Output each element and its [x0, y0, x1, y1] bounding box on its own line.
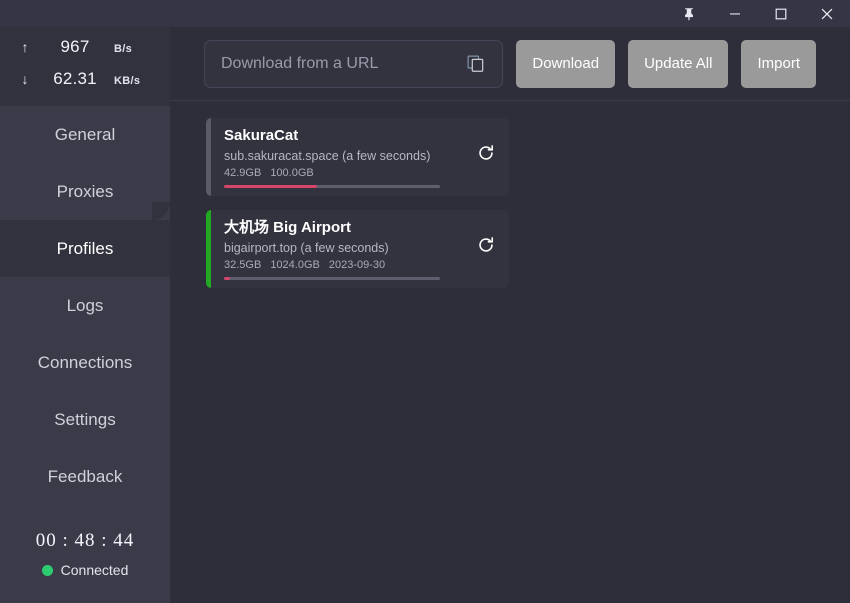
url-input-wrapper[interactable]: [204, 39, 504, 88]
connection-status-panel: 00 : 48 : 44 Connected: [0, 505, 170, 603]
profile-usage-bar-fill: [224, 277, 231, 280]
network-speed-meter: ↑ 967 B/s ↓ 62.31 KB/s: [0, 27, 170, 104]
profile-title: 大机场 Big Airport: [224, 219, 351, 236]
refresh-icon[interactable]: [473, 140, 499, 166]
sidebar-nav: General Proxies Profiles Logs Connections Set…: [0, 104, 170, 505]
download-arrow-icon: ↓: [21, 70, 29, 87]
import-button[interactable]: Import: [741, 39, 816, 88]
profile-used: 42.9GB: [224, 167, 262, 179]
sidebar-item-label: Feedback: [47, 466, 123, 486]
download-speed-value: 62.31: [53, 68, 97, 88]
profile-card-texts: 大机场 Big Airport bigairport.top (a few sec…: [224, 218, 473, 273]
maximize-icon[interactable]: [758, 0, 804, 27]
profile-card-body: 大机场 Big Airport bigairport.top (a few sec…: [211, 210, 509, 288]
download-button[interactable]: Download: [516, 39, 616, 88]
refresh-icon[interactable]: [473, 232, 499, 258]
main-content: Download Update All Import SakuraCat sub.…: [170, 27, 850, 603]
toolbar: Download Update All Import: [170, 27, 850, 101]
upload-arrow-icon: ↑: [21, 38, 29, 55]
sidebar-item-label: Proxies: [56, 181, 114, 201]
minimize-icon[interactable]: [712, 0, 758, 27]
profile-usage-bar-fill: [224, 185, 317, 188]
sidebar-item-proxies[interactable]: Proxies: [0, 163, 170, 220]
download-speed-row: ↓ 62.31 KB/s: [14, 69, 156, 101]
profile-usage-bar: [224, 277, 440, 280]
profile-subtitle: bigairport.top (a few seconds): [224, 241, 389, 255]
url-input[interactable]: [221, 54, 461, 73]
sidebar-item-label: Profiles: [56, 238, 114, 258]
profile-card-header: SakuraCat sub.sakuracat.space (a few seco…: [224, 126, 499, 181]
profile-used: 32.5GB: [224, 259, 262, 271]
title-bar-drag-region[interactable]: [0, 0, 666, 27]
uptime-timer: 00 : 48 : 44: [35, 530, 135, 551]
close-icon[interactable]: [804, 0, 850, 27]
profile-subtitle: sub.sakuracat.space (a few seconds): [224, 149, 431, 163]
profile-card-texts: SakuraCat sub.sakuracat.space (a few seco…: [224, 126, 473, 181]
pin-icon[interactable]: [666, 0, 712, 27]
profile-total: 1024.0GB: [270, 259, 320, 271]
profile-card-list: SakuraCat sub.sakuracat.space (a few seco…: [170, 101, 850, 288]
sidebar-item-feedback[interactable]: Feedback: [0, 448, 170, 505]
connection-status-label: Connected: [60, 562, 129, 578]
sidebar-item-label: General: [54, 124, 116, 144]
sidebar-item-settings[interactable]: Settings: [0, 391, 170, 448]
profile-card[interactable]: SakuraCat sub.sakuracat.space (a few seco…: [206, 118, 509, 196]
update-all-button[interactable]: Update All: [628, 39, 729, 88]
app-window: ↑ 967 B/s ↓ 62.31 KB/s General Proxies Pro…: [0, 0, 850, 603]
sidebar-item-general[interactable]: General: [0, 106, 170, 163]
profile-usage-meta: 42.9GB 100.0GB: [224, 166, 473, 181]
sidebar-item-label: Logs: [66, 295, 104, 315]
upload-speed-unit: B/s: [114, 42, 133, 55]
profile-title: SakuraCat: [224, 127, 299, 144]
profile-usage-meta: 32.5GB 1024.0GB 2023-09-30: [224, 258, 473, 273]
download-speed-unit: KB/s: [114, 74, 141, 87]
status-dot-icon: [41, 564, 53, 576]
profile-expiry: 2023-09-30: [328, 259, 386, 271]
window-controls: [666, 0, 850, 27]
sidebar: ↑ 967 B/s ↓ 62.31 KB/s General Proxies Pro…: [0, 27, 170, 603]
title-bar: [0, 0, 850, 27]
connection-status: Connected: [41, 562, 129, 578]
upload-speed-row: ↑ 967 B/s: [14, 37, 156, 69]
upload-speed-value: 967: [60, 36, 90, 56]
profile-usage-bar: [224, 185, 440, 188]
sidebar-item-connections[interactable]: Connections: [0, 334, 170, 391]
profile-card-body: SakuraCat sub.sakuracat.space (a few seco…: [211, 118, 509, 196]
copy-icon[interactable]: [460, 49, 490, 79]
profile-total: 100.0GB: [270, 167, 314, 179]
sidebar-item-profiles[interactable]: Profiles: [0, 202, 170, 295]
sidebar-item-label: Connections: [37, 352, 133, 372]
sidebar-item-logs[interactable]: Logs: [0, 277, 170, 334]
profile-card-header: 大机场 Big Airport bigairport.top (a few sec…: [224, 218, 499, 273]
sidebar-item-label: Settings: [54, 409, 116, 429]
profile-card[interactable]: 大机场 Big Airport bigairport.top (a few sec…: [206, 210, 509, 288]
